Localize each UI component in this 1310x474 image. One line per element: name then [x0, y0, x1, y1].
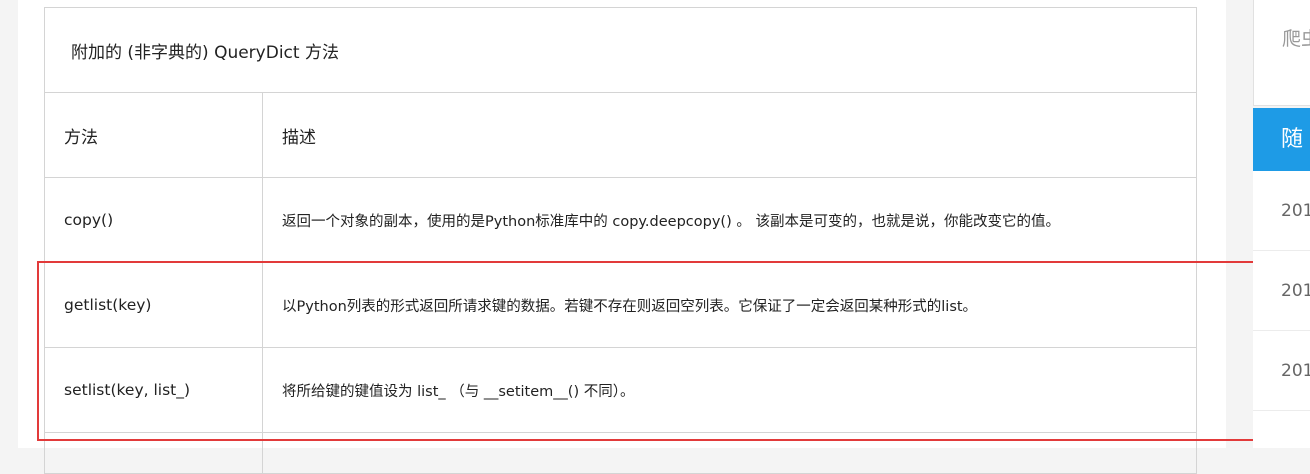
table-row: copy() 返回一个对象的副本，使用的是Python标准库中的 copy.de… [44, 177, 1197, 263]
method-description: 返回一个对象的副本，使用的是Python标准库中的 copy.deepcopy(… [262, 177, 1197, 263]
sidebar-list-item[interactable]: 2019 [1253, 171, 1310, 251]
querydict-methods-table: 附加的 (非字典的) QueryDict 方法 方法 描述 copy() 返回一… [44, 7, 1197, 474]
sidebar-list-item[interactable]: 2019 [1253, 331, 1310, 411]
table-caption-row: 附加的 (非字典的) QueryDict 方法 [44, 7, 1197, 93]
table-header-row: 方法 描述 [44, 92, 1197, 178]
method-name [44, 432, 263, 474]
sidebar-search-box[interactable]: 爬虫 [1253, 0, 1310, 106]
method-description [262, 432, 1197, 474]
sidebar-widget: 随笔 2019 2019 2019 [1253, 108, 1310, 448]
method-description: 以Python列表的形式返回所请求键的数据。若键不存在则返回空列表。它保证了一定… [262, 262, 1197, 348]
header-method: 方法 [44, 92, 263, 178]
table-row: getlist(key) 以Python列表的形式返回所请求键的数据。若键不存在… [44, 262, 1197, 348]
method-name: copy() [44, 177, 263, 263]
widget-title: 随笔 [1253, 108, 1310, 215]
sidebar-list-item[interactable]: 2019 [1253, 251, 1310, 331]
method-name: setlist(key, list_) [44, 347, 263, 433]
search-input-text[interactable]: 爬虫 [1282, 24, 1310, 51]
table-caption: 附加的 (非字典的) QueryDict 方法 [44, 7, 1197, 93]
table-row: setlist(key, list_) 将所给键的键值设为 list_ （与 _… [44, 347, 1197, 433]
method-name: getlist(key) [44, 262, 263, 348]
table-row [44, 432, 1197, 474]
header-description: 描述 [262, 92, 1197, 178]
method-description: 将所给键的键值设为 list_ （与 __setitem__() 不同）。 [262, 347, 1197, 433]
